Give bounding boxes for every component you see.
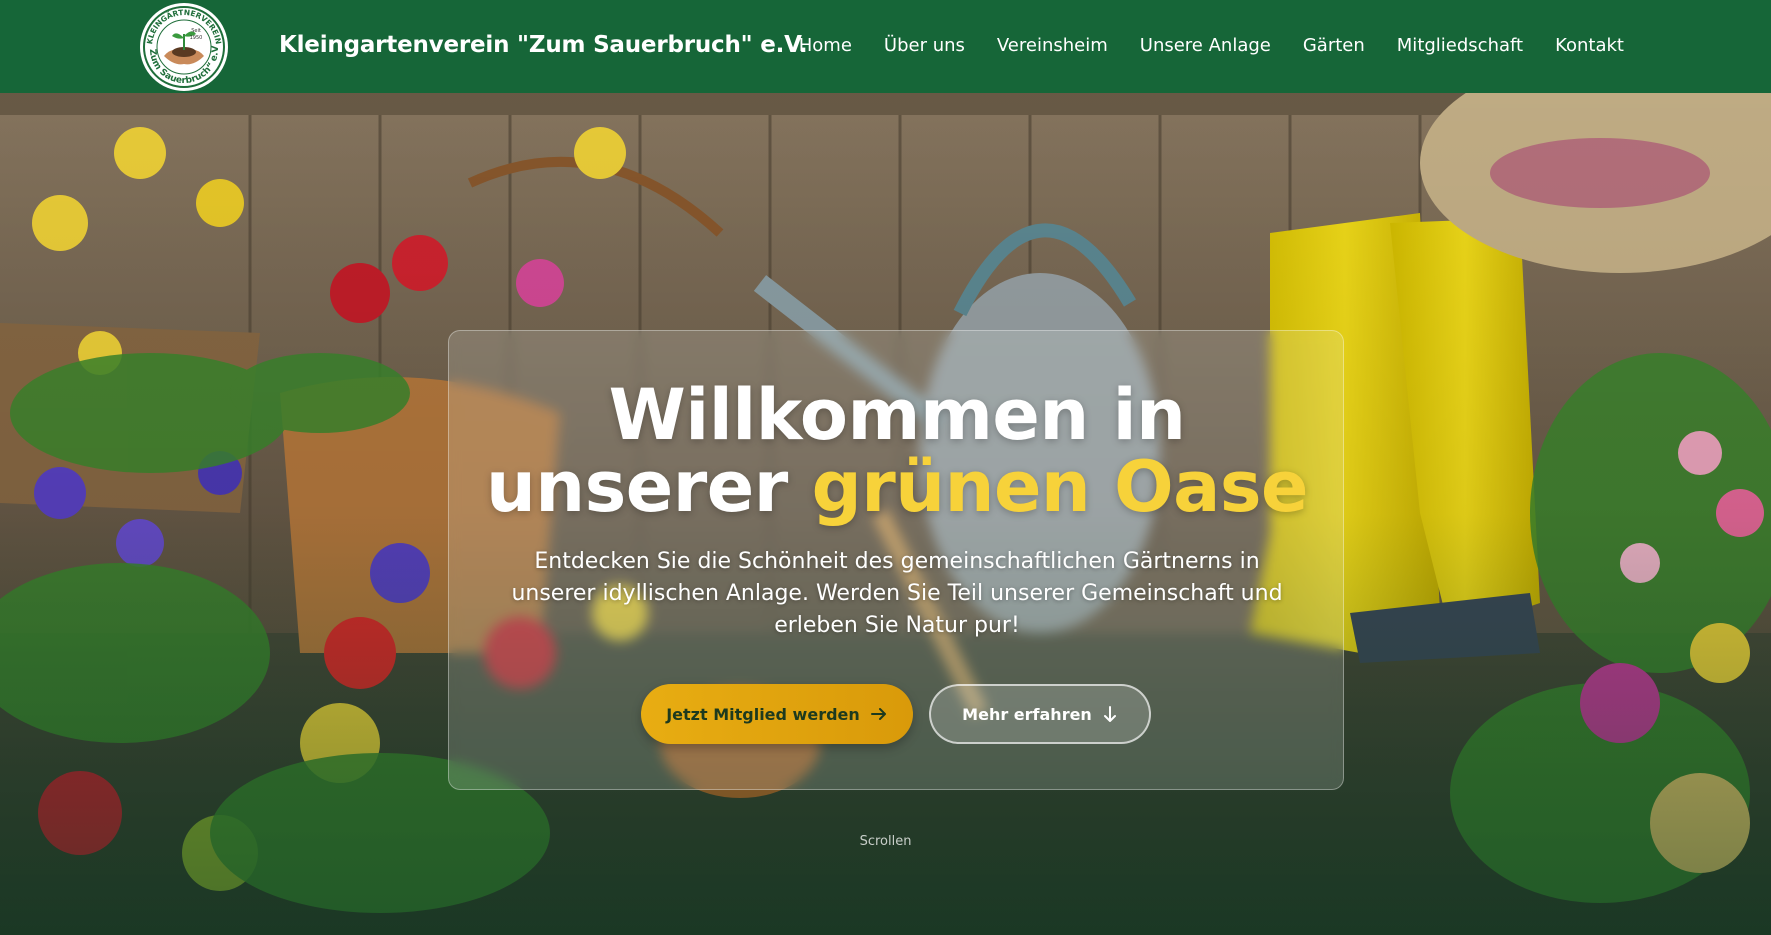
logo-seit-text: Seit	[191, 28, 201, 34]
headline-line1: Willkommen in	[608, 374, 1186, 456]
nav-gaerten[interactable]: Gärten	[1303, 35, 1365, 56]
arrow-down-icon	[1102, 705, 1118, 723]
nav-ueber-uns[interactable]: Über uns	[884, 35, 965, 56]
nav-mitgliedschaft[interactable]: Mitgliedschaft	[1397, 35, 1523, 56]
nav-home[interactable]: Home	[799, 35, 852, 56]
join-button-label: Jetzt Mitglied werden	[666, 704, 860, 724]
arrow-right-icon	[870, 705, 888, 723]
nav-vereinsheim[interactable]: Vereinsheim	[997, 35, 1108, 56]
hero-section: Willkommen in unserer grünen Oase Entdec…	[0, 93, 1771, 935]
logo-year-text: 1950	[190, 35, 203, 41]
nav-kontakt[interactable]: Kontakt	[1555, 35, 1624, 56]
site-title[interactable]: Kleingartenverein "Zum Sauerbruch" e.V.	[279, 32, 808, 58]
scroll-hint[interactable]: Scrollen	[0, 834, 1771, 849]
club-logo[interactable]: KLEINGÄRTNERVEREIN „Zum Sauerbruch“ e.V.…	[135, 0, 230, 92]
headline-accent: grünen Oase	[811, 446, 1309, 528]
hero-subtext: Entdecken Sie die Schönheit des gemeinsc…	[511, 549, 1283, 638]
learn-more-button[interactable]: Mehr erfahren	[929, 684, 1151, 744]
hero-card: Willkommen in unserer grünen Oase Entdec…	[448, 330, 1344, 790]
hero-headline: Willkommen in unserer grünen Oase	[449, 379, 1345, 523]
join-button[interactable]: Jetzt Mitglied werden	[641, 684, 913, 744]
learn-more-button-label: Mehr erfahren	[962, 704, 1092, 724]
nav-unsere-anlage[interactable]: Unsere Anlage	[1140, 35, 1271, 56]
site-header: KLEINGÄRTNERVEREIN „Zum Sauerbruch“ e.V.…	[0, 0, 1771, 93]
headline-prefix: unserer	[485, 446, 788, 528]
main-nav: Home Über uns Vereinsheim Unsere Anlage …	[799, 35, 1624, 56]
